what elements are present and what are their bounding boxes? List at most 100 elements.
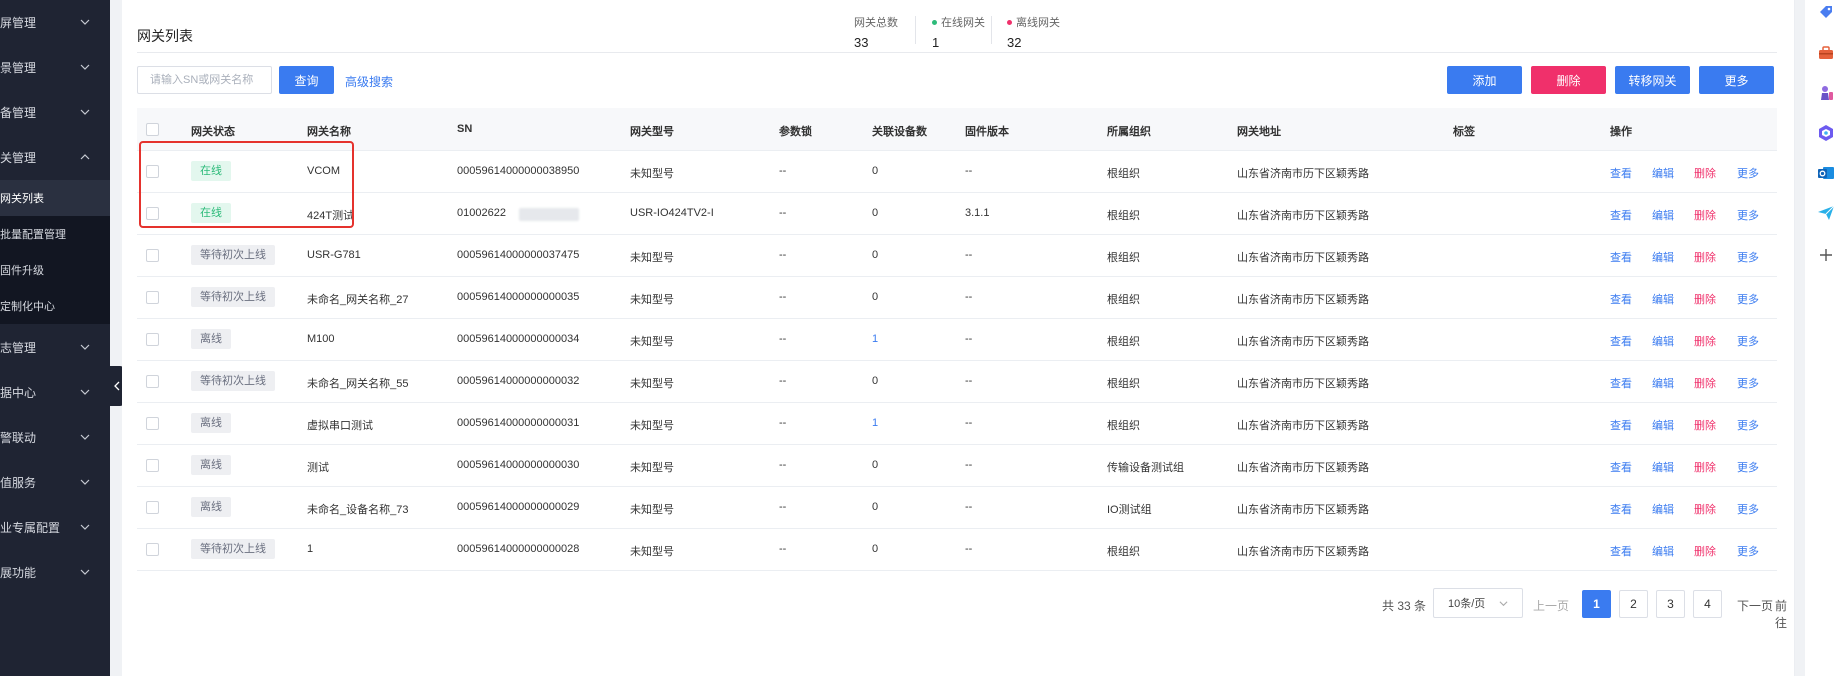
more-link[interactable]: 更多 — [1737, 459, 1759, 475]
select-all-checkbox[interactable] — [146, 123, 159, 136]
table-row: 在线 VCOM 00059614000000038950 未知型号 -- 0 -- 根组织 山东… — [137, 151, 1777, 193]
view-link[interactable]: 查看 — [1610, 165, 1632, 181]
sidebar-item-extensions[interactable]: 展功能 — [0, 550, 110, 594]
sidebar-subitem-gateway-list[interactable]: 网关列表 — [0, 180, 110, 216]
row-checkbox[interactable] — [146, 543, 159, 556]
delete-link[interactable]: 删除 — [1694, 375, 1716, 391]
more-link[interactable]: 更多 — [1737, 207, 1759, 223]
transfer-gateway-button[interactable]: 转移网关 — [1615, 66, 1690, 94]
view-link[interactable]: 查看 — [1610, 291, 1632, 307]
delete-link[interactable]: 删除 — [1694, 207, 1716, 223]
sidebar-item-value-service[interactable]: 值服务 — [0, 460, 110, 504]
page-size-select[interactable]: 10条/页 — [1433, 588, 1523, 618]
sidebar-item-screen[interactable]: 屏管理 — [0, 0, 110, 44]
edit-link[interactable]: 编辑 — [1652, 375, 1674, 391]
sidebar-item-log[interactable]: 志管理 — [0, 325, 110, 369]
delete-link[interactable]: 删除 — [1694, 543, 1716, 559]
sidebar-item-scene[interactable]: 景管理 — [0, 45, 110, 89]
more-link[interactable]: 更多 — [1737, 501, 1759, 517]
row-checkbox[interactable] — [146, 249, 159, 262]
search-input[interactable] — [137, 66, 272, 94]
next-page-button[interactable]: 下一页 — [1737, 597, 1773, 614]
gateway-name: 未命名_网关名称_27 — [307, 294, 409, 306]
view-link[interactable]: 查看 — [1610, 375, 1632, 391]
chevron-down-icon — [80, 389, 90, 395]
more-link[interactable]: 更多 — [1737, 291, 1759, 307]
gateway-model: 未知型号 — [630, 462, 674, 474]
more-link[interactable]: 更多 — [1737, 417, 1759, 433]
row-checkbox[interactable] — [146, 459, 159, 472]
sidebar-subitem-firmware[interactable]: 固件升级 — [0, 252, 110, 288]
gateway-name: 虚拟串口测试 — [307, 420, 373, 432]
view-link[interactable]: 查看 — [1610, 333, 1632, 349]
copilot-icon[interactable] — [1817, 124, 1835, 142]
send-icon[interactable] — [1817, 204, 1835, 222]
device-count[interactable]: 1 — [872, 333, 878, 345]
edit-link[interactable]: 编辑 — [1652, 333, 1674, 349]
row-checkbox[interactable] — [146, 375, 159, 388]
row-checkbox[interactable] — [146, 291, 159, 304]
edit-link[interactable]: 编辑 — [1652, 249, 1674, 265]
sidebar-item-gateway[interactable]: 关管理 — [0, 135, 110, 179]
chevron-down-icon — [80, 344, 90, 350]
delete-link[interactable]: 删除 — [1694, 249, 1716, 265]
delete-link[interactable]: 删除 — [1694, 501, 1716, 517]
sidebar-item-enterprise-config[interactable]: 业专属配置 — [0, 505, 110, 549]
page-button-2[interactable]: 2 — [1619, 590, 1648, 618]
view-link[interactable]: 查看 — [1610, 459, 1632, 475]
page-button-1[interactable]: 1 — [1582, 590, 1611, 618]
edit-link[interactable]: 编辑 — [1652, 207, 1674, 223]
sidebar-item-device[interactable]: 备管理 — [0, 90, 110, 134]
edit-link[interactable]: 编辑 — [1652, 543, 1674, 559]
delete-link[interactable]: 删除 — [1694, 417, 1716, 433]
plus-icon[interactable] — [1817, 246, 1835, 264]
sidebar-subitem-batch-config[interactable]: 批量配置管理 — [0, 216, 110, 252]
sidebar-item-data-center[interactable]: 据中心 — [0, 370, 110, 414]
more-link[interactable]: 更多 — [1737, 375, 1759, 391]
delete-link[interactable]: 删除 — [1694, 333, 1716, 349]
query-button[interactable]: 查询 — [279, 66, 334, 94]
delete-button[interactable]: 删除 — [1531, 66, 1606, 94]
more-link[interactable]: 更多 — [1737, 249, 1759, 265]
row-checkbox[interactable] — [146, 417, 159, 430]
param-lock: -- — [779, 543, 787, 555]
more-link[interactable]: 更多 — [1737, 333, 1759, 349]
row-checkbox[interactable] — [146, 333, 159, 346]
view-link[interactable]: 查看 — [1610, 543, 1632, 559]
delete-link[interactable]: 删除 — [1694, 459, 1716, 475]
advanced-search-link[interactable]: 高级搜索 — [345, 73, 393, 90]
edit-link[interactable]: 编辑 — [1652, 291, 1674, 307]
sidebar-item-alarm[interactable]: 警联动 — [0, 415, 110, 459]
edit-link[interactable]: 编辑 — [1652, 165, 1674, 181]
edit-link[interactable]: 编辑 — [1652, 459, 1674, 475]
page-button-4[interactable]: 4 — [1693, 590, 1722, 618]
page-button-3[interactable]: 3 — [1656, 590, 1685, 618]
view-link[interactable]: 查看 — [1610, 501, 1632, 517]
more-link[interactable]: 更多 — [1737, 543, 1759, 559]
gateway-address: 山东省济南市历下区颖秀路 — [1237, 420, 1369, 432]
sidebar-subitem-custom-center[interactable]: 定制化中心 — [0, 288, 110, 324]
prev-page-button[interactable]: 上一页 — [1533, 597, 1569, 614]
view-link[interactable]: 查看 — [1610, 417, 1632, 433]
chess-icon[interactable] — [1817, 84, 1835, 102]
edit-link[interactable]: 编辑 — [1652, 417, 1674, 433]
delete-link[interactable]: 删除 — [1694, 291, 1716, 307]
tag-icon[interactable] — [1817, 4, 1835, 22]
delete-link[interactable]: 删除 — [1694, 165, 1716, 181]
outlook-icon[interactable] — [1817, 164, 1835, 182]
gateway-name: 未命名_设备名称_73 — [307, 504, 409, 516]
view-link[interactable]: 查看 — [1610, 249, 1632, 265]
param-lock: -- — [779, 207, 787, 219]
status-badge: 离线 — [191, 497, 231, 517]
add-button[interactable]: 添加 — [1447, 66, 1522, 94]
device-count[interactable]: 1 — [872, 417, 878, 429]
toolbox-icon[interactable] — [1817, 44, 1835, 62]
gateway-name: M100 — [307, 333, 335, 345]
edit-link[interactable]: 编辑 — [1652, 501, 1674, 517]
gateway-sn: 00059614000000000028 — [457, 543, 580, 555]
more-button[interactable]: 更多 — [1699, 66, 1774, 94]
row-checkbox[interactable] — [146, 501, 159, 514]
sidebar-subitem-label: 固件升级 — [0, 265, 44, 277]
view-link[interactable]: 查看 — [1610, 207, 1632, 223]
more-link[interactable]: 更多 — [1737, 165, 1759, 181]
